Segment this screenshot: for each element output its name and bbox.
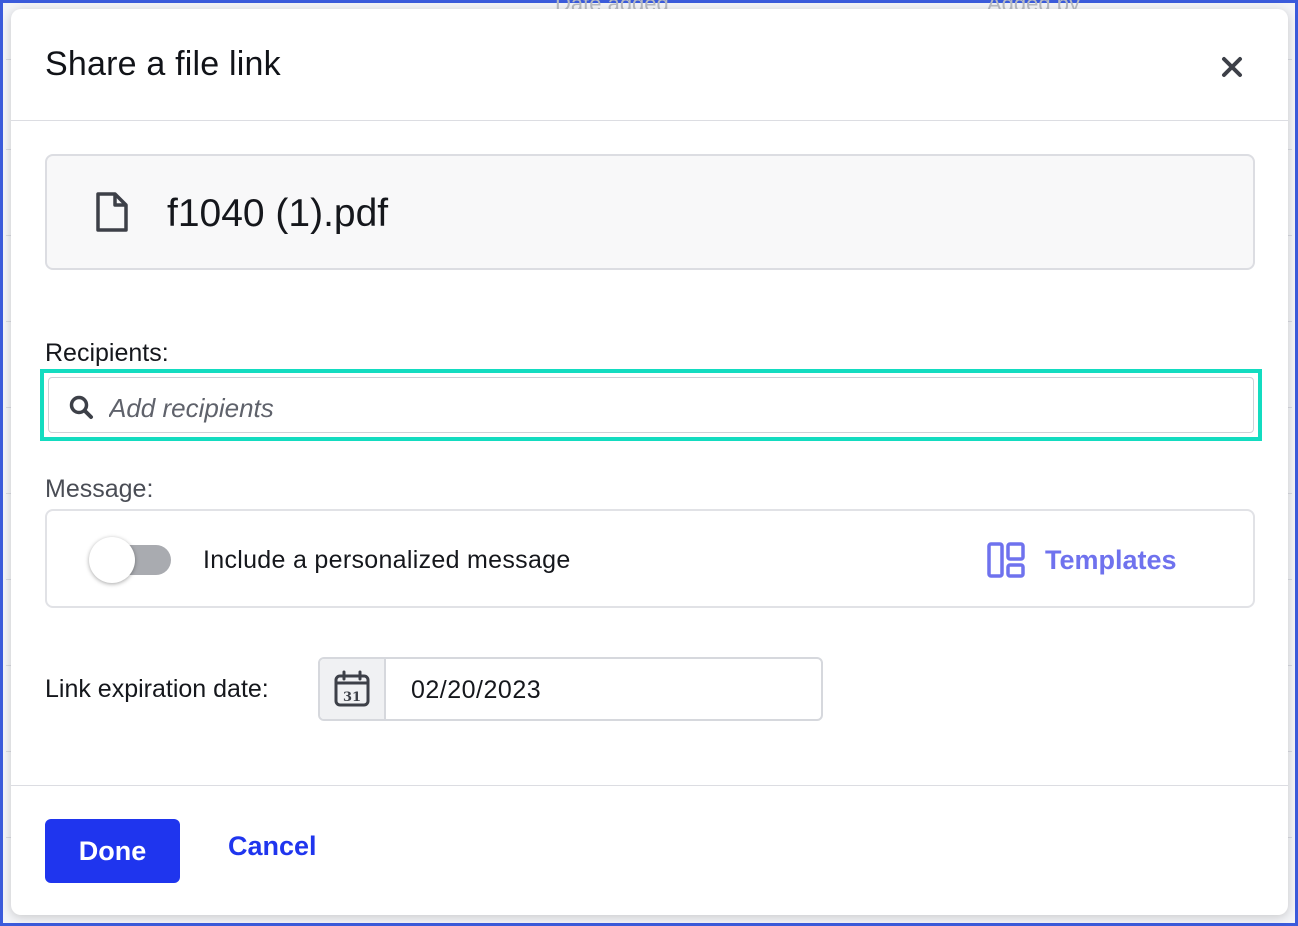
share-file-link-dialog: Share a file link f1040 (1).pdf Recipien… (11, 9, 1288, 915)
expiration-date-value[interactable]: 02/20/2023 (411, 676, 541, 705)
expiration-date-field[interactable]: 31 02/20/2023 (318, 657, 823, 721)
toggle-knob (89, 537, 135, 583)
expiration-label: Link expiration date: (45, 675, 269, 703)
dialog-title: Share a file link (45, 45, 281, 83)
file-name: f1040 (1).pdf (167, 192, 389, 235)
done-button[interactable]: Done (45, 819, 180, 883)
file-icon (96, 192, 128, 232)
personalized-message-label: Include a personalized message (203, 546, 571, 574)
recipients-input-box (48, 377, 1254, 433)
file-card: f1040 (1).pdf (45, 154, 1255, 270)
recipients-input[interactable] (109, 384, 1209, 432)
calendar-icon: 31 (334, 670, 370, 707)
close-icon (1222, 57, 1242, 77)
message-card: Include a personalized message Templates (45, 509, 1255, 608)
search-icon (69, 395, 93, 419)
message-label: Message: (45, 475, 154, 503)
close-button[interactable] (1215, 50, 1249, 84)
personalized-message-toggle[interactable] (89, 537, 171, 583)
calendar-day: 31 (343, 690, 361, 705)
templates-layout-icon (987, 542, 1025, 578)
cancel-button[interactable]: Cancel (228, 831, 317, 862)
templates-label: Templates (1045, 544, 1177, 575)
recipients-label: Recipients: (45, 339, 169, 367)
footer-divider (11, 785, 1288, 786)
templates-button[interactable]: Templates (987, 540, 1177, 580)
dialog-header: Share a file link (11, 9, 1288, 121)
recipients-field[interactable] (40, 369, 1262, 441)
calendar-button[interactable]: 31 (320, 659, 386, 719)
